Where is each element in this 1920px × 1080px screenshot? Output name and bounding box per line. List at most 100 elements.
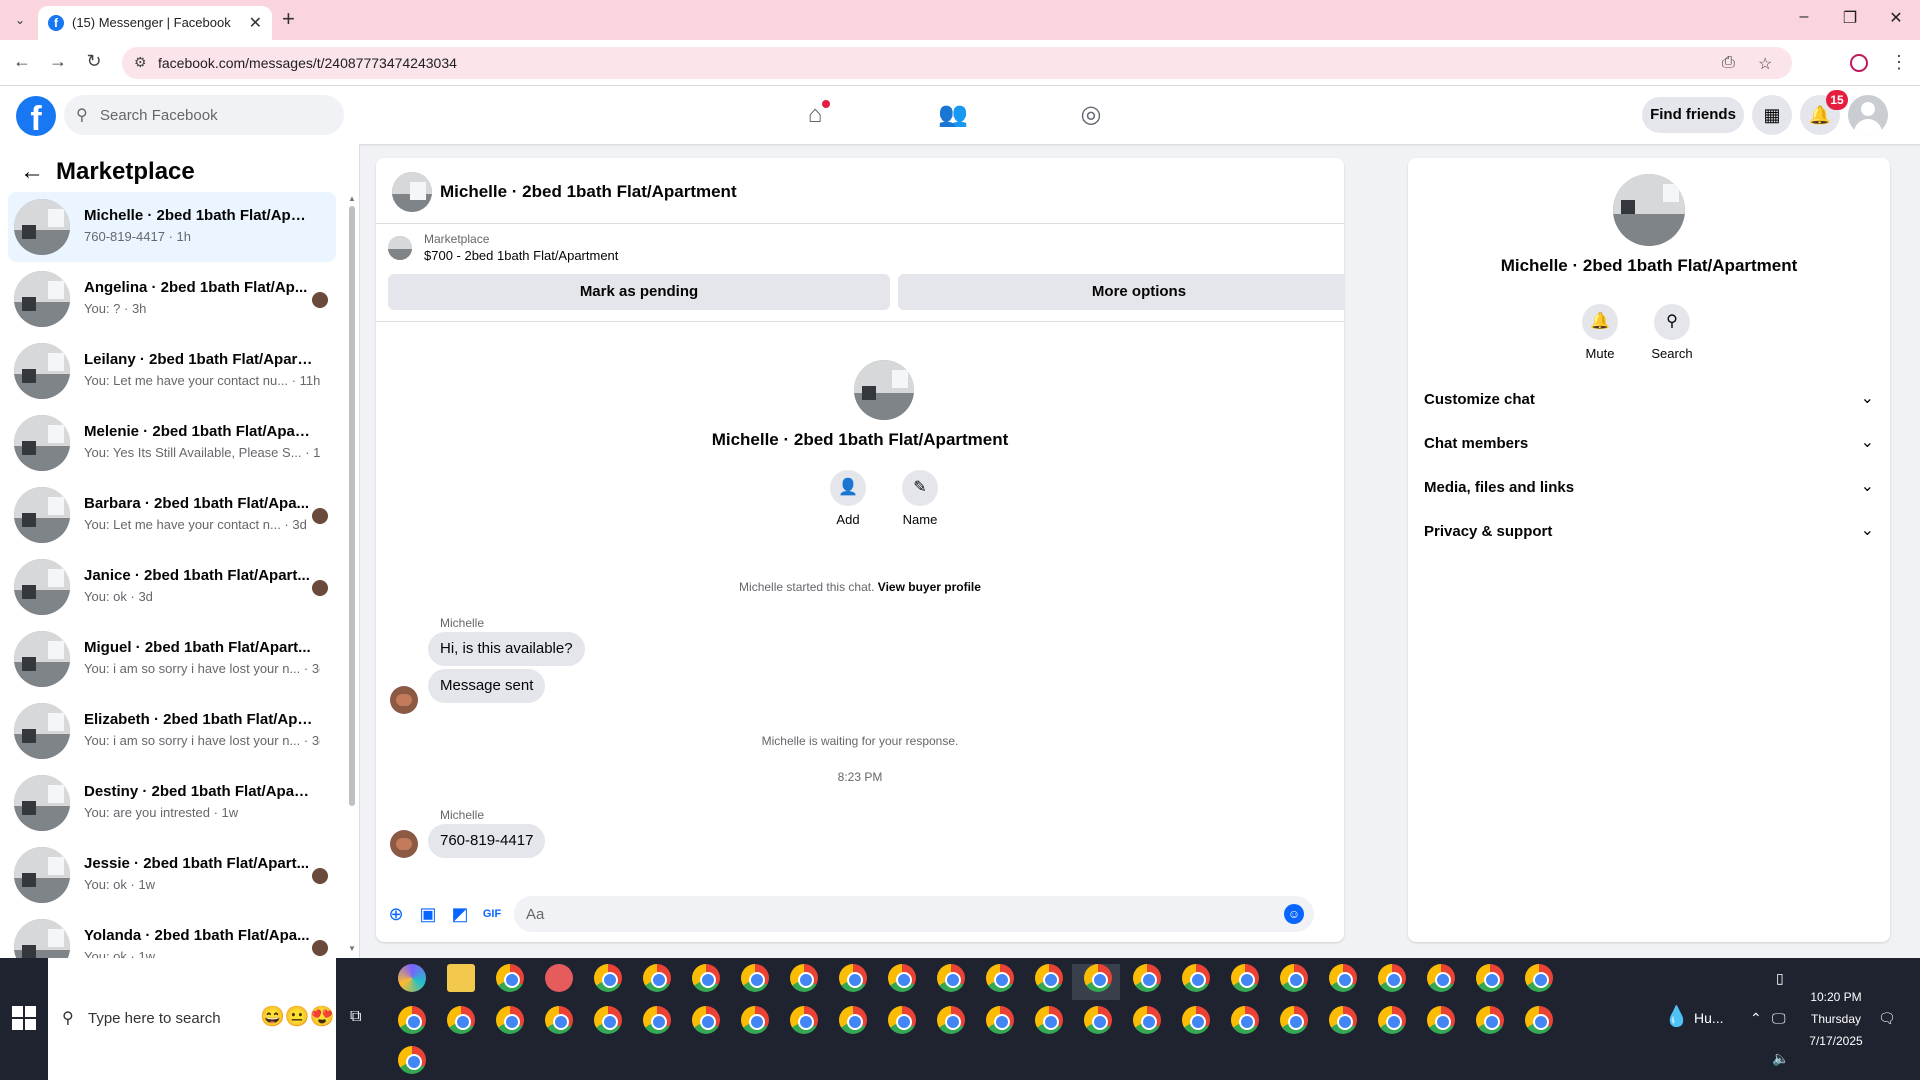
chat-list-item[interactable]: Barbara · 2bed 1bath Flat/Apa... You: Let…: [8, 480, 336, 550]
facebook-search-input[interactable]: [100, 95, 336, 135]
chrome-window-icon[interactable]: [1329, 1006, 1357, 1034]
browser-menu-icon[interactable]: ⋮: [1890, 52, 1908, 73]
intro-avatar[interactable]: [854, 360, 914, 420]
find-friends-button[interactable]: Find friends: [1642, 97, 1744, 133]
omnibox[interactable]: ⚙ facebook.com/messages/t/24087773474243…: [122, 47, 1792, 79]
conversation-avatar[interactable]: [392, 172, 432, 212]
chrome-window-icon[interactable]: [1231, 1006, 1259, 1034]
tray-device-icon[interactable]: ▯: [1776, 970, 1784, 987]
chrome-window-icon[interactable]: [790, 1006, 818, 1034]
install-app-icon[interactable]: ⎙: [1722, 54, 1735, 72]
info-section-row[interactable]: Privacy & support ⌄: [1424, 514, 1874, 550]
restore-icon[interactable]: ❐: [1830, 8, 1870, 28]
emoji-icon[interactable]: ☺: [1284, 904, 1304, 924]
app-icon[interactable]: [545, 964, 573, 992]
chat-list-item[interactable]: Leilany · 2bed 1bath Flat/Apart... You: L…: [8, 336, 336, 406]
add-person-button[interactable]: 👤 Add: [818, 470, 878, 527]
info-section-row[interactable]: Customize chat ⌄: [1424, 382, 1874, 418]
tab-search-icon[interactable]: ⌄: [10, 10, 30, 30]
chrome-window-icon[interactable]: [888, 1006, 916, 1034]
chrome-window-icon[interactable]: [1378, 1006, 1406, 1034]
listing-price[interactable]: $700 - 2bed 1bath Flat/Apartment: [424, 248, 618, 263]
message-input-box[interactable]: ☺: [514, 896, 1314, 932]
scroll-up-icon[interactable]: ▲: [348, 194, 356, 203]
chrome-window-icon[interactable]: [1427, 964, 1455, 992]
chat-list-item[interactable]: Destiny · 2bed 1bath Flat/Apart... You: a…: [8, 768, 336, 838]
chat-list-item[interactable]: Janice · 2bed 1bath Flat/Apart... You: ok…: [8, 552, 336, 622]
chrome-window-icon[interactable]: [937, 1006, 965, 1034]
chrome-window-icon[interactable]: [1427, 1006, 1455, 1034]
chrome-window-icon[interactable]: [937, 964, 965, 992]
reload-icon[interactable]: ↻: [82, 51, 106, 72]
facebook-logo-icon[interactable]: f: [16, 96, 56, 138]
menu-grid-icon[interactable]: ▦: [1752, 95, 1792, 135]
groups-icon[interactable]: ◎: [1076, 100, 1106, 130]
weather-text[interactable]: Hu...: [1694, 1010, 1724, 1026]
sender-avatar[interactable]: [390, 686, 418, 714]
chrome-window-icon[interactable]: [545, 1006, 573, 1034]
chrome-window-icon[interactable]: [1378, 964, 1406, 992]
tray-chevron-icon[interactable]: ⌃: [1750, 1010, 1762, 1027]
copilot-icon[interactable]: [398, 964, 426, 992]
clock-time[interactable]: 10:20 PM: [1796, 990, 1876, 1004]
chat-list-item[interactable]: Miguel · 2bed 1bath Flat/Apart... You: i …: [8, 624, 336, 694]
chrome-window-icon[interactable]: [692, 1006, 720, 1034]
window-close-icon[interactable]: ✕: [1876, 8, 1916, 28]
chrome-window-icon[interactable]: [1280, 964, 1308, 992]
chrome-window-icon[interactable]: [790, 964, 818, 992]
url-text[interactable]: facebook.com/messages/t/2408777347424303…: [158, 55, 457, 71]
chrome-window-icon[interactable]: [1525, 1006, 1553, 1034]
new-tab-icon[interactable]: +: [282, 8, 295, 30]
browser-tab[interactable]: f (15) Messenger | Facebook ✕: [38, 6, 272, 40]
chrome-window-icon[interactable]: [1231, 964, 1259, 992]
edit-name-button[interactable]: ✎ Name: [890, 470, 950, 527]
clock-date[interactable]: 7/17/2025: [1796, 1034, 1876, 1048]
message-bubble[interactable]: Hi, is this available?: [428, 632, 585, 666]
bookmark-star-icon[interactable]: ☆: [1758, 54, 1772, 74]
forward-icon[interactable]: →: [46, 51, 70, 72]
info-section-row[interactable]: Chat members ⌄: [1424, 426, 1874, 462]
chrome-window-icon[interactable]: [1476, 1006, 1504, 1034]
mark-as-pending-button[interactable]: Mark as pending: [388, 274, 890, 310]
scroll-down-icon[interactable]: ▼: [348, 944, 356, 953]
message-bubble[interactable]: Message sent: [428, 669, 546, 703]
chat-list-item[interactable]: Jessie · 2bed 1bath Flat/Apart... You: ok…: [8, 840, 336, 910]
gif-icon[interactable]: GIF: [480, 902, 504, 926]
more-options-button[interactable]: More options: [898, 274, 1344, 310]
chrome-window-icon[interactable]: [447, 1006, 475, 1034]
chat-list-item[interactable]: Melenie · 2bed 1bath Flat/Apart... You: Y…: [8, 408, 336, 478]
sender-avatar[interactable]: [390, 830, 418, 858]
info-section-row[interactable]: Media, files and links ⌄: [1424, 470, 1874, 506]
chrome-window-icon[interactable]: [1035, 1006, 1063, 1034]
chrome-icon[interactable]: [496, 964, 524, 992]
chrome-window-icon[interactable]: [692, 964, 720, 992]
taskbar-search[interactable]: ⚲ Type here to search 😄😐😍: [48, 958, 336, 1080]
account-avatar[interactable]: [1848, 95, 1888, 135]
chrome-window-icon[interactable]: [741, 964, 769, 992]
volume-icon[interactable]: 🔈: [1772, 1050, 1789, 1067]
photo-icon[interactable]: ▣: [416, 902, 440, 926]
search-conversation-button[interactable]: ⚲ Search: [1642, 304, 1702, 361]
chrome-window-icon[interactable]: [643, 964, 671, 992]
notification-center-icon[interactable]: 🗨: [1878, 1010, 1896, 1027]
chrome-window-icon[interactable]: [986, 1006, 1014, 1034]
chat-list-item[interactable]: Angelina · 2bed 1bath Flat/Ap... You: ? ·…: [8, 264, 336, 334]
chrome-window-icon[interactable]: [888, 964, 916, 992]
chrome-window-icon[interactable]: [1476, 964, 1504, 992]
chrome-window-icon[interactable]: [1182, 964, 1210, 992]
site-info-icon[interactable]: ⚙: [134, 54, 147, 71]
chrome-window-icon[interactable]: [1525, 964, 1553, 992]
windows-start-icon[interactable]: [12, 1006, 36, 1030]
listing-thumbnail[interactable]: [388, 236, 412, 260]
info-avatar[interactable]: [1613, 174, 1685, 246]
chat-list-item[interactable]: Elizabeth · 2bed 1bath Flat/Apar... You: …: [8, 696, 336, 766]
view-buyer-profile-link[interactable]: View buyer profile: [878, 580, 981, 594]
chrome-window-icon[interactable]: [839, 964, 867, 992]
friends-icon[interactable]: 👥: [938, 100, 968, 130]
chrome-window-icon[interactable]: [1035, 964, 1063, 992]
browser-profile-icon[interactable]: [1850, 54, 1868, 72]
chat-list-scrollbar[interactable]: [349, 206, 355, 806]
chrome-window-icon[interactable]: [643, 1006, 671, 1034]
chrome-window-icon[interactable]: [398, 1006, 426, 1034]
task-view-icon[interactable]: ⧉: [350, 1008, 361, 1026]
